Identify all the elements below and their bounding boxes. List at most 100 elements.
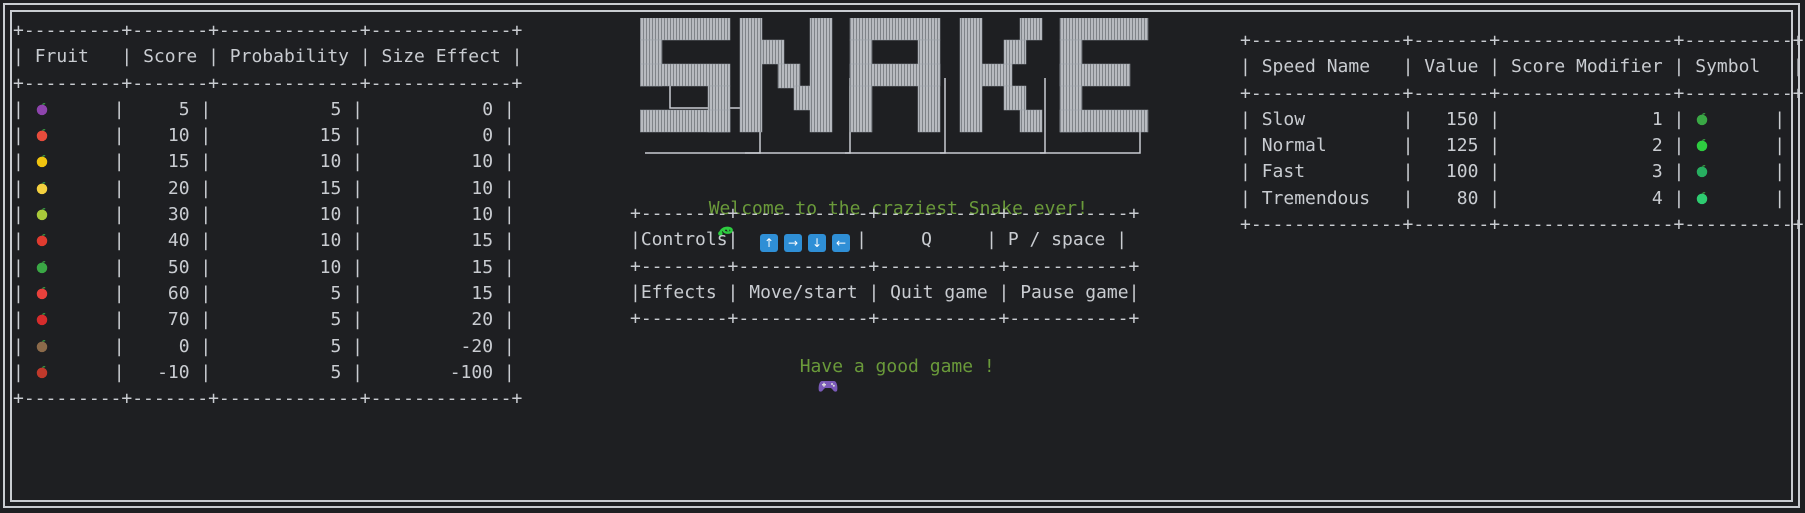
table-border: | bbox=[189, 151, 212, 173]
table-border: | bbox=[503, 151, 515, 173]
size-effect-cell: 20 bbox=[363, 309, 494, 331]
table-row: | Tremendous | 80 | 4 | | bbox=[1240, 188, 1785, 209]
coconut-icon bbox=[36, 339, 47, 352]
score-cell: 70 bbox=[124, 309, 190, 331]
modifier-cell: 3 bbox=[1500, 161, 1663, 183]
speed-name-cell: Slow bbox=[1261, 108, 1392, 130]
dragon-icon bbox=[1696, 165, 1708, 178]
table-row: | Slow | 150 | 1 | | bbox=[1240, 109, 1785, 130]
size-effect-cell: 15 bbox=[363, 256, 494, 278]
table-border: | bbox=[1391, 108, 1414, 130]
modifier-cell: 4 bbox=[1500, 187, 1663, 209]
size-effect-cell: 0 bbox=[363, 98, 494, 120]
fruit-table: +---------+-------+-------------+-------… bbox=[13, 18, 522, 412]
table-border: | bbox=[189, 256, 212, 278]
table-border: | bbox=[113, 361, 125, 383]
score-cell: -10 bbox=[124, 361, 190, 383]
table-border: | bbox=[113, 309, 125, 331]
table-border: | bbox=[13, 204, 35, 226]
speed-name-cell: Normal bbox=[1261, 135, 1392, 157]
table-row: | Fast | 100 | 3 | | bbox=[1240, 161, 1785, 182]
table-border: | bbox=[113, 335, 125, 357]
good-game-message: Have a good game ! bbox=[778, 335, 995, 398]
table-border: | bbox=[1673, 56, 1696, 78]
table-border: | bbox=[503, 177, 515, 199]
table-border: | bbox=[511, 46, 523, 68]
speed-value-cell: 100 bbox=[1413, 161, 1479, 183]
grape-icon bbox=[36, 103, 47, 116]
size-effect-cell: 10 bbox=[363, 151, 494, 173]
strawberry-icon bbox=[36, 287, 47, 300]
good-game-text: Have a good game ! bbox=[799, 356, 995, 377]
table-border: | bbox=[1774, 161, 1786, 183]
modifier-cell: 2 bbox=[1500, 135, 1663, 157]
score-cell: 50 bbox=[124, 256, 190, 278]
table-border: | bbox=[113, 98, 125, 120]
cherries-icon bbox=[36, 313, 47, 326]
speed-name-cell: Tremendous bbox=[1261, 187, 1392, 209]
table-border: | bbox=[1240, 135, 1262, 157]
table-border: | bbox=[13, 361, 35, 383]
table-border: | bbox=[189, 125, 212, 147]
pause-key: P / space bbox=[1007, 229, 1117, 251]
table-border: | bbox=[1240, 56, 1262, 78]
table-border: | bbox=[503, 230, 515, 252]
table-border: | bbox=[1662, 187, 1696, 209]
size-effect-cell: 10 bbox=[363, 177, 494, 199]
right-arrow-key-icon: → bbox=[784, 234, 803, 253]
table-border: | bbox=[341, 309, 364, 331]
table-border: | bbox=[113, 125, 125, 147]
table-border: | bbox=[1489, 56, 1511, 78]
table-row: | | 60 | 5 | 15 | bbox=[13, 283, 515, 304]
probability-cell: 5 bbox=[211, 335, 342, 357]
table-border: | bbox=[1391, 161, 1414, 183]
game-controller-icon bbox=[818, 381, 838, 392]
table-row: | | 40 | 10 | 15 | bbox=[13, 230, 515, 251]
table-border: | bbox=[189, 335, 212, 357]
table-row: | | -10 | 5 | -100 | bbox=[13, 362, 515, 383]
table-row: | | 70 | 5 | 20 | bbox=[13, 309, 515, 330]
down-arrow-key-icon: ↓ bbox=[808, 234, 827, 253]
speed-value-cell: 150 bbox=[1413, 108, 1479, 130]
size-effect-cell: 0 bbox=[363, 125, 494, 147]
table-row: | | 0 | 5 | -20 | bbox=[13, 336, 515, 357]
table-border: | bbox=[1116, 229, 1128, 251]
table-border: | bbox=[1662, 135, 1696, 157]
table-border: | bbox=[1240, 161, 1262, 183]
table-border: | bbox=[503, 204, 515, 226]
table-row: | | 15 | 10 | 10 | bbox=[13, 151, 515, 172]
watermelon-icon bbox=[36, 129, 47, 142]
table-border: | bbox=[1774, 187, 1786, 209]
table-border: | bbox=[503, 335, 515, 357]
size-effect-cell: 10 bbox=[363, 204, 494, 226]
logo-blocks bbox=[639, 17, 1149, 133]
table-border: | bbox=[1662, 161, 1696, 183]
table-border: | bbox=[189, 204, 212, 226]
table-border: | bbox=[13, 309, 35, 331]
up-arrow-key-icon: ↑ bbox=[760, 234, 779, 253]
table-border: | bbox=[341, 204, 364, 226]
probability-cell: 10 bbox=[211, 256, 342, 278]
probability-cell: 10 bbox=[211, 230, 342, 252]
controls-table: +--------+------------+-----------+-----… bbox=[630, 201, 1139, 332]
table-border: | bbox=[113, 177, 125, 199]
column-header: Probability bbox=[229, 46, 360, 68]
probability-cell: 10 bbox=[211, 151, 342, 173]
table-row: | | 10 | 15 | 0 | bbox=[13, 125, 515, 146]
column-header: Symbol bbox=[1695, 56, 1793, 78]
move-effect: Move/start bbox=[749, 281, 869, 303]
table-border: | bbox=[13, 282, 35, 304]
score-cell: 15 bbox=[124, 151, 190, 173]
column-header: Size Effect bbox=[381, 46, 512, 68]
size-effect-cell: -20 bbox=[363, 335, 494, 357]
table-border: | bbox=[113, 151, 125, 173]
table-border: | bbox=[13, 151, 35, 173]
quit-effect: Quit game bbox=[890, 281, 999, 303]
speed-value-cell: 125 bbox=[1413, 135, 1479, 157]
table-row: | Normal | 125 | 2 | | bbox=[1240, 135, 1785, 156]
table-border: | bbox=[341, 335, 364, 357]
speed-table: +--------------+-------+----------------… bbox=[1240, 28, 1804, 238]
table-border: | bbox=[341, 151, 364, 173]
table-border: | bbox=[341, 125, 364, 147]
table-border: | bbox=[121, 46, 144, 68]
